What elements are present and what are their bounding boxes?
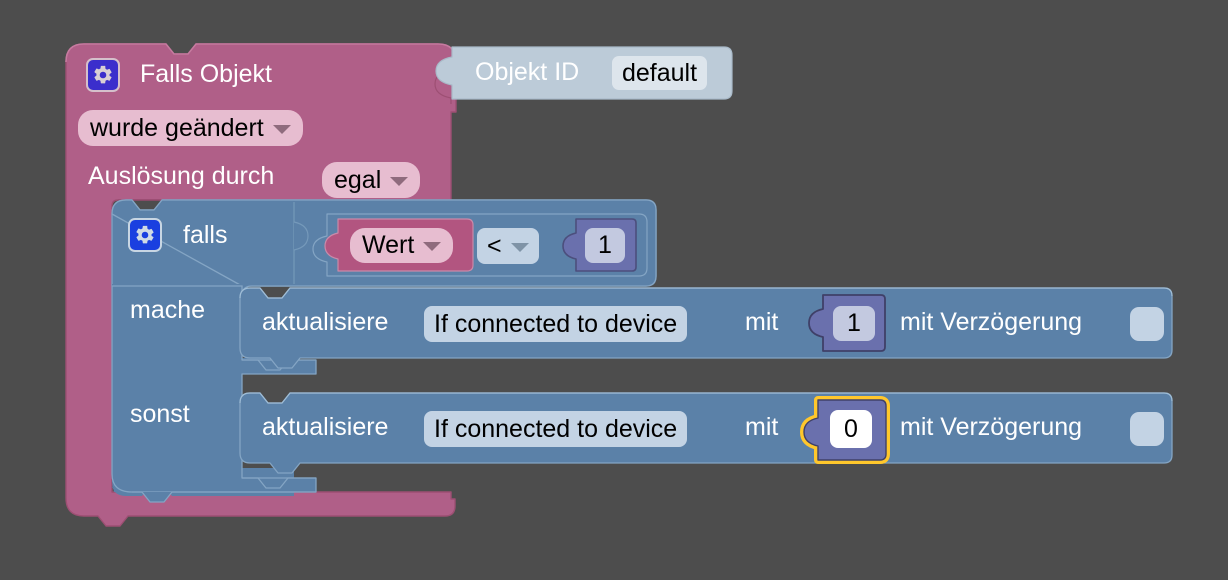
statement-delay-socket-0[interactable] [1130,307,1164,341]
chevron-down-icon [423,242,442,251]
source-dropdown-value: egal [334,165,382,194]
object-id-label: Objekt ID [475,58,580,86]
statement-target-field-1[interactable]: If connected to device [424,411,688,447]
statement-delay-label-1: mit Verzögerung [900,413,1083,441]
wert-dropdown[interactable]: Wert [350,228,454,263]
if-label: falls [183,221,228,249]
number-field-statement-1[interactable]: 0 [830,410,872,448]
chevron-down-icon [272,124,291,134]
statement-with-label-0: mit [745,308,779,336]
object-id-value-field[interactable]: default [612,56,708,90]
operator-dropdown[interactable]: < [477,228,539,264]
statement-target-value-1: If connected to device [434,414,678,443]
statement-action-label-1: aktualisiere [262,413,389,441]
chevron-down-icon [390,176,409,186]
number-value-statement-1: 0 [844,414,858,443]
trigger-dropdown-value: wurde geändert [90,113,264,142]
number-field-right-operand[interactable]: 1 [585,228,625,263]
number-value-statement-0: 1 [847,309,861,337]
wert-dropdown-value: Wert [362,231,415,259]
statement-delay-socket-1[interactable] [1130,412,1164,446]
statement-delay-label-0: mit Verzögerung [900,308,1083,336]
mutator-gear-icon-if[interactable] [128,218,162,252]
object-id-value: default [622,58,698,87]
mutator-gear-icon-event[interactable] [86,58,120,92]
statement-action-label-0: aktualisiere [262,308,389,336]
event-block-title: Falls Objekt [140,60,272,88]
source-dropdown[interactable]: egal [322,162,421,198]
operator-value: < [487,231,502,260]
statement-with-label-1: mit [745,413,779,441]
number-field-statement-0[interactable]: 1 [833,306,875,341]
chevron-down-icon [510,242,529,252]
do-label: mache [130,296,206,324]
source-label: Auslösung durch [88,162,275,190]
statement-target-value-0: If connected to device [434,309,678,338]
trigger-dropdown[interactable]: wurde geändert [78,110,303,146]
statement-target-field-0[interactable]: If connected to device [424,306,688,342]
blockly-workspace[interactable]: Falls Objekt wurde geändert Auslösung du… [0,0,1228,580]
else-label: sonst [130,400,190,428]
number-value-right-operand: 1 [598,231,612,259]
